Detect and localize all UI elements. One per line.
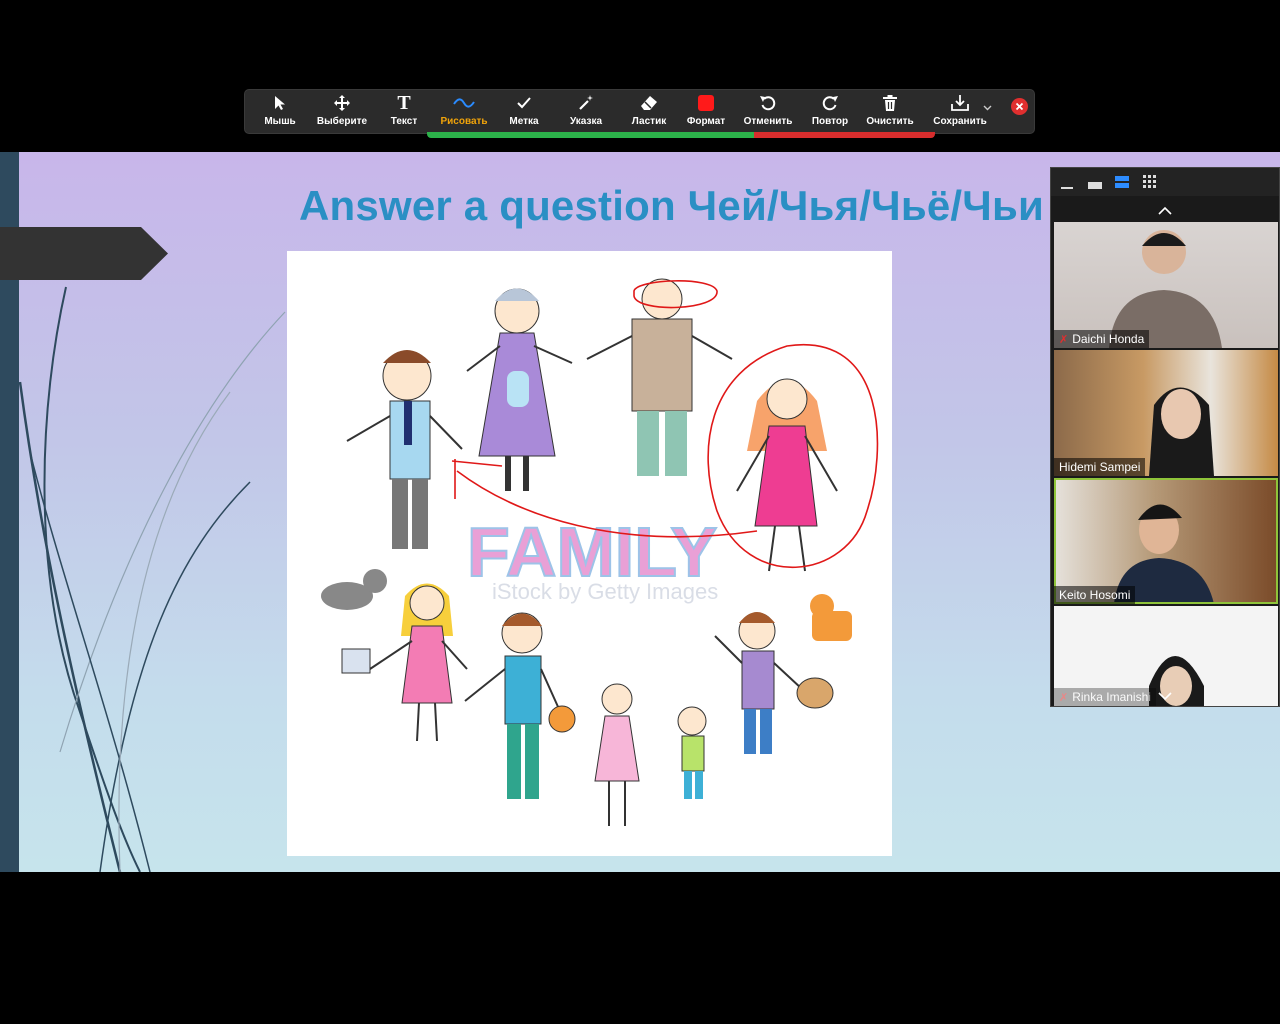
color-swatch-icon [698, 90, 714, 116]
tool-spotlight[interactable]: Указка [569, 90, 603, 133]
tool-redo[interactable]: Повтор [812, 90, 848, 133]
figure-mother [736, 378, 838, 572]
muted-mic-icon: ✗ [1059, 692, 1069, 704]
tool-mouse[interactable]: Мышь [264, 90, 296, 133]
eraser-icon [640, 90, 658, 116]
tool-label: Указка [569, 116, 603, 127]
stop-share-bar[interactable] [754, 132, 935, 138]
figure-little-girl [594, 683, 640, 826]
text-icon: T [397, 91, 411, 114]
tool-label: Мышь [264, 116, 296, 127]
participant-tile[interactable]: ✗ Daichi Honda [1054, 222, 1278, 348]
annotation-toolbar: Мышь Выберите T Текст Рисовать Метка Ука… [245, 90, 1034, 133]
figure-brother [464, 612, 576, 799]
tool-label: Повтор [811, 116, 849, 127]
download-icon [951, 90, 969, 116]
scroll-down-chevron-icon[interactable] [1158, 688, 1172, 706]
figure-cat [810, 594, 852, 641]
participant-name-label: ✗ Rinka Imanishi [1054, 688, 1156, 706]
share-status-green [427, 132, 754, 138]
cursor-icon [272, 90, 288, 116]
watermark-text: iStock by Getty Images [492, 579, 718, 604]
family-drawing-image: FAMILY iStock by Getty Images [287, 251, 892, 856]
participant-video-panel: ✗ Daichi Honda Hidemi Sampei Keito Hosomi… [1050, 167, 1280, 707]
figure-dog [321, 569, 387, 610]
participant-tile-active-speaker[interactable]: Keito Hosomi [1054, 478, 1278, 604]
tool-label: Очистить [866, 116, 914, 127]
minimize-icon[interactable] [1061, 177, 1073, 195]
tool-label: Ластик [631, 116, 667, 127]
tool-format[interactable]: Формат [686, 90, 726, 133]
tool-label: Сохранить [933, 116, 987, 127]
tool-undo[interactable]: Отменить [743, 90, 793, 133]
hide-videos-icon[interactable] [1088, 177, 1102, 195]
slide-swoosh-decoration [18, 286, 286, 872]
squiggle-icon [453, 90, 475, 116]
trash-icon [882, 90, 898, 116]
tool-label: Рисовать [440, 116, 488, 127]
tool-select[interactable]: Выберите [316, 90, 368, 133]
video-panel-header [1051, 168, 1279, 196]
tool-label: Отменить [743, 116, 793, 127]
scroll-up-chevron-icon[interactable] [1158, 202, 1172, 220]
participant-name-label: Hidemi Sampei [1054, 458, 1146, 476]
tool-label: Текст [390, 116, 418, 127]
figure-toddler [677, 706, 707, 799]
tool-eraser[interactable]: Ластик [632, 90, 666, 133]
gallery-view-icon[interactable] [1143, 175, 1157, 194]
figure-grandpa [586, 278, 733, 476]
slide-title: Answer a question Чей/Чья/Чьё/Чьи [299, 182, 1045, 229]
participant-name-label: Keito Hosomi [1054, 586, 1136, 604]
tool-label: Метка [509, 116, 539, 127]
close-annotation-icon[interactable] [1011, 98, 1028, 115]
redo-icon [821, 90, 839, 116]
tool-save[interactable]: Сохранить [933, 90, 987, 133]
figure-grandma [466, 288, 573, 491]
participant-tile[interactable]: Hidemi Sampei [1054, 350, 1278, 476]
figure-man [346, 350, 463, 549]
tool-draw[interactable]: Рисовать [440, 90, 488, 133]
active-speaker-view-icon[interactable] [1115, 175, 1129, 194]
checkmark-icon [516, 90, 532, 116]
participant-name-label: ✗ Daichi Honda [1054, 330, 1150, 348]
undo-icon [759, 90, 777, 116]
muted-mic-icon: ✗ [1059, 334, 1069, 346]
magic-wand-icon [577, 90, 595, 116]
tool-text[interactable]: T Текст [390, 90, 418, 133]
tool-label: Формат [686, 116, 726, 127]
tool-label: Выберите [316, 116, 368, 127]
move-icon [333, 90, 351, 116]
tool-clear[interactable]: Очистить [866, 90, 914, 133]
save-options-chevron-icon[interactable] [983, 98, 992, 116]
tool-stamp[interactable]: Метка [508, 90, 540, 133]
screen-share-indicator [427, 132, 935, 138]
